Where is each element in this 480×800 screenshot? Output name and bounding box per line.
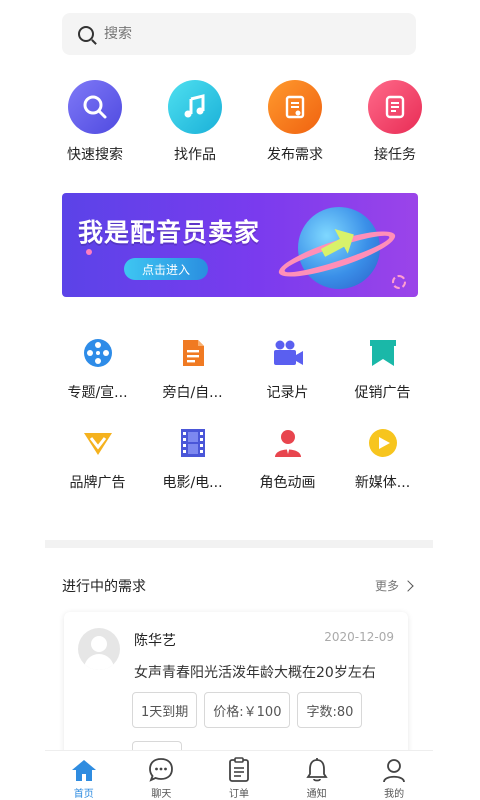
tab-label: 我的: [384, 789, 405, 800]
promo-banner[interactable]: 我是配音员卖家 点击进入: [62, 193, 418, 297]
category-item-documentary[interactable]: 记录片: [240, 336, 335, 402]
banner-title: 我是配音员卖家: [78, 218, 261, 247]
category-label: 促销广告: [354, 385, 411, 401]
demand-date: 2020-12-09: [324, 630, 394, 644]
category-label: 旁白/自...: [162, 385, 223, 401]
category-item-topic[interactable]: 专题/宣...: [50, 336, 145, 402]
more-link[interactable]: 更多: [374, 577, 414, 594]
category-label: 角色动画: [259, 475, 316, 491]
publish-demand-button[interactable]: 发布需求: [245, 80, 345, 164]
publish-demand-label: 发布需求: [267, 147, 323, 163]
tab-home[interactable]: 首页: [45, 751, 123, 800]
brand-v-icon: [81, 426, 115, 460]
quick-search-button[interactable]: 快速搜索: [45, 80, 145, 164]
quick-search-label: 快速搜索: [67, 147, 123, 163]
play-circle-icon: [366, 426, 400, 460]
avatar-head: [91, 636, 107, 652]
demand-tags: 1天到期 价格:￥100 字数:80: [132, 692, 363, 728]
film-reel-icon: [81, 336, 115, 370]
tab-label: 订单: [228, 789, 249, 800]
search-bar[interactable]: [62, 13, 416, 55]
find-works-label: 找作品: [174, 147, 216, 163]
tab-notifications[interactable]: 通知: [278, 751, 356, 800]
tab-label: 通知: [306, 789, 327, 800]
chat-icon: [147, 757, 175, 783]
avatar-body: [84, 654, 114, 670]
price-tag: 价格:￥100: [204, 692, 291, 728]
music-note-icon: [168, 80, 222, 134]
tab-chat[interactable]: 聊天: [123, 751, 201, 800]
tab-orders[interactable]: 订单: [200, 751, 278, 800]
decor-dot: [86, 249, 92, 255]
category-item-brand-ad[interactable]: 品牌广告: [50, 426, 145, 492]
user-icon: [380, 757, 408, 783]
category-label: 电影/电...: [162, 475, 223, 491]
tab-label: 聊天: [151, 789, 172, 800]
bell-icon: [303, 757, 331, 783]
deadline-tag: 1天到期: [132, 692, 198, 728]
decor-circle: [392, 275, 406, 289]
demand-description: 女声青春阳光活泼年龄大概在20岁左右: [134, 665, 376, 681]
accept-task-label: 接任务: [374, 147, 416, 163]
search-icon: [68, 80, 122, 134]
section-title: 进行中的需求: [62, 579, 146, 595]
category-item-new-media[interactable]: 新媒体...: [335, 426, 430, 492]
search-input[interactable]: [104, 26, 384, 42]
order-icon: [225, 757, 253, 783]
find-works-button[interactable]: 找作品: [145, 80, 245, 164]
more-label: 更多: [374, 579, 399, 593]
bottom-tab-bar: 首页 聊天 订单 通知 我的: [45, 750, 433, 800]
video-camera-icon: [271, 336, 305, 370]
category-label: 专题/宣...: [67, 385, 128, 401]
section-divider: [45, 540, 433, 548]
accept-task-button[interactable]: 接任务: [345, 80, 445, 164]
category-grid: 专题/宣... 旁白/自... 记录片 促销广告 品牌广告 电影/电... 角色…: [50, 336, 430, 492]
task-list-icon: [368, 80, 422, 134]
tab-label: 首页: [73, 789, 94, 800]
avatar: [78, 628, 120, 670]
character-icon: [271, 426, 305, 460]
document-icon: [176, 336, 210, 370]
category-label: 记录片: [266, 385, 309, 401]
category-item-narration[interactable]: 旁白/自...: [145, 336, 240, 402]
demand-user-name: 陈华艺: [134, 633, 176, 649]
publish-doc-icon: [268, 80, 322, 134]
category-item-promo-ad[interactable]: 促销广告: [335, 336, 430, 402]
tab-profile[interactable]: 我的: [355, 751, 433, 800]
home-icon: [70, 757, 98, 783]
search-icon: [78, 26, 94, 42]
category-label: 品牌广告: [69, 475, 126, 491]
word-count-tag: 字数:80: [297, 692, 363, 728]
category-item-character-animation[interactable]: 角色动画: [240, 426, 335, 492]
bookmark-icon: [366, 336, 400, 370]
quick-actions: 快速搜索 找作品 发布需求 接任务: [45, 80, 445, 164]
category-label: 新媒体...: [354, 475, 411, 491]
film-strip-icon: [176, 426, 210, 460]
category-item-film[interactable]: 电影/电...: [145, 426, 240, 492]
banner-enter-button[interactable]: 点击进入: [124, 258, 208, 280]
chevron-right-icon: [402, 579, 414, 592]
